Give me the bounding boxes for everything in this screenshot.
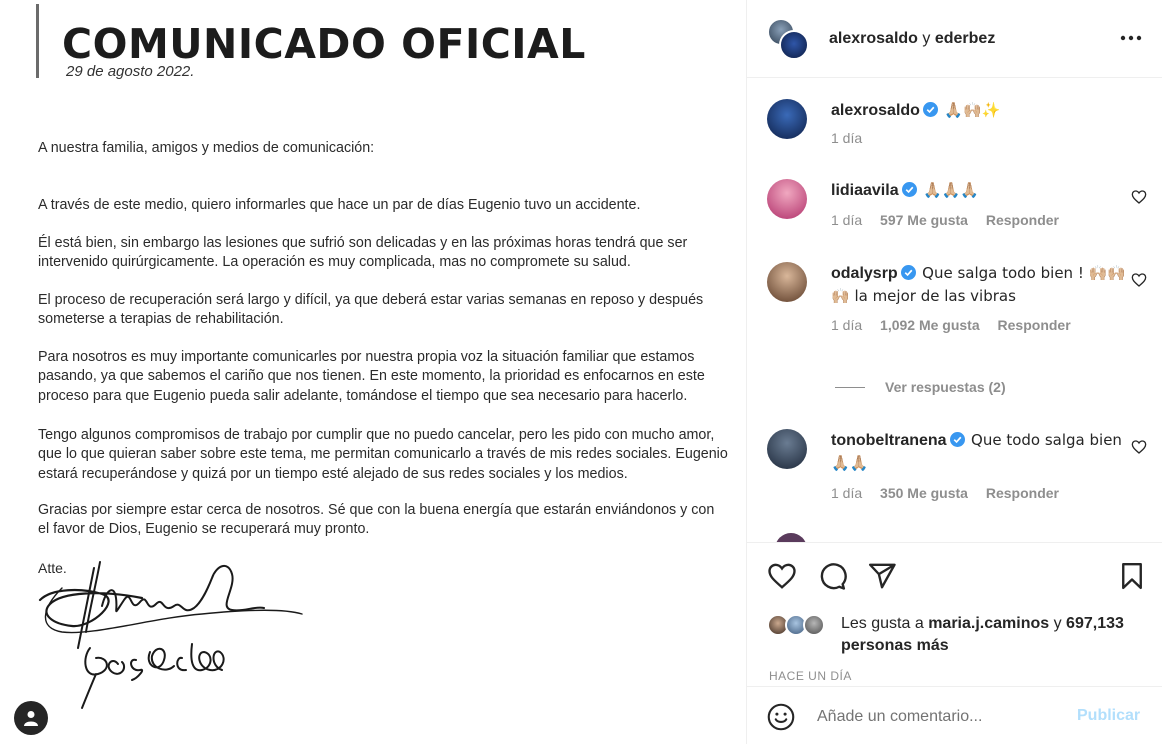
comment-meta: 1 día 350 Me gusta Responder xyxy=(831,485,1073,501)
letter-title: COMUNICADO OFICIAL xyxy=(62,20,586,68)
letter-paragraph: Él está bien, sin embargo las lesiones q… xyxy=(38,235,688,271)
avatar[interactable] xyxy=(767,179,807,219)
comment-text: 🙏🏼🙌🏼✨ xyxy=(944,101,1001,119)
post-authors: alexrosaldo y ederbez xyxy=(829,30,995,48)
comment-likes[interactable]: 1,092 Me gusta xyxy=(880,317,980,333)
comment-icon[interactable] xyxy=(817,561,847,591)
user-icon xyxy=(24,711,38,726)
avatar[interactable] xyxy=(779,30,809,60)
letter-paragraph: Gracias por siempre estar cerca de nosot… xyxy=(38,502,715,538)
avatar[interactable] xyxy=(767,99,807,139)
likes-connector: y xyxy=(1053,615,1062,632)
comment-meta: 1 día 1,092 Me gusta Responder xyxy=(831,317,1085,333)
emoji-icon[interactable] xyxy=(767,703,795,731)
comment-likes[interactable]: 350 Me gusta xyxy=(880,485,968,501)
post-header: alexrosaldo y ederbez xyxy=(747,0,1162,78)
verified-badge-icon xyxy=(922,102,938,117)
avatar[interactable] xyxy=(767,262,807,302)
post-image[interactable]: COMUNICADO OFICIAL 29 de agosto 2022. A … xyxy=(0,0,746,744)
letter-greeting: A nuestra familia, amigos y medios de co… xyxy=(38,140,375,156)
comment-time: 1 día xyxy=(831,317,863,333)
post-actions: Les gusta a maria.j.caminos y 697,133 pe… xyxy=(747,542,1162,684)
letter-paragraph: A través de este medio, quiero informarl… xyxy=(38,197,641,213)
comment-text: 🙏🏼🙏🏼🙏🏼 xyxy=(923,181,980,199)
likes-text: Les gusta a maria.j.caminos y 697,133 pe… xyxy=(841,613,1141,657)
comment-composer: Publicar xyxy=(747,686,1162,744)
comment-input[interactable] xyxy=(817,705,1057,729)
tagged-user-button[interactable] xyxy=(14,701,48,735)
heart-icon[interactable] xyxy=(1131,439,1147,455)
comment-time: 1 día xyxy=(831,130,863,146)
letter-paragraph: El proceso de recuperación será largo y … xyxy=(38,292,704,328)
reply-button[interactable]: Responder xyxy=(998,317,1071,333)
author-username[interactable]: alexrosaldo xyxy=(829,30,918,47)
letter-date: 29 de agosto 2022. xyxy=(66,63,195,80)
heart-icon[interactable] xyxy=(1131,272,1147,288)
reply-button[interactable]: Responder xyxy=(986,212,1059,228)
heart-icon[interactable] xyxy=(1131,189,1147,205)
heart-icon[interactable] xyxy=(767,561,797,591)
view-replies-label: Ver respuestas (2) xyxy=(885,379,1006,395)
replies-divider xyxy=(835,386,865,388)
comment-username[interactable]: alexrosaldo xyxy=(831,102,920,119)
comment-time: 1 día xyxy=(831,485,863,501)
comment-meta: 1 día xyxy=(831,130,876,146)
publish-button[interactable]: Publicar xyxy=(1077,707,1140,725)
comment-time: 1 día xyxy=(831,212,863,228)
author-connector: y xyxy=(922,30,931,47)
comment-username[interactable]: odalysrp xyxy=(831,265,898,282)
letter-paragraph: Tengo algunos compromisos de trabajo por… xyxy=(38,427,728,482)
comment-username[interactable]: tonobeltranena xyxy=(831,432,947,449)
collab-avatars[interactable] xyxy=(767,18,811,62)
comments-list[interactable]: alexrosaldo 🙏🏼🙌🏼✨ 1 día lidiaavila 🙏🏼🙏🏼🙏… xyxy=(747,79,1162,542)
avatar[interactable] xyxy=(775,533,807,542)
liker-username[interactable]: maria.j.caminos xyxy=(928,615,1049,632)
view-replies-button[interactable]: Ver respuestas (2) xyxy=(835,379,1006,395)
verified-badge-icon xyxy=(901,182,917,197)
comment-meta: 1 día 597 Me gusta Responder xyxy=(831,212,1073,228)
handwritten-signature xyxy=(38,561,303,709)
more-horizontal-icon[interactable] xyxy=(1119,26,1143,50)
reply-button[interactable]: Responder xyxy=(986,485,1059,501)
letter-paragraph: Para nosotros es muy importante comunica… xyxy=(38,349,705,404)
comment-username[interactable]: lidiaavila xyxy=(831,182,899,199)
likes-prefix: Les gusta a xyxy=(841,615,924,632)
post-side-panel: alexrosaldo y ederbez alexrosaldo 🙏🏼🙌🏼✨ … xyxy=(746,0,1162,744)
avatar[interactable] xyxy=(767,429,807,469)
post-timestamp[interactable]: HACE UN DÍA xyxy=(769,669,852,683)
author-username[interactable]: ederbez xyxy=(935,30,995,47)
comment-likes[interactable]: 597 Me gusta xyxy=(880,212,968,228)
verified-badge-icon xyxy=(900,265,916,280)
bookmark-icon[interactable] xyxy=(1117,561,1147,591)
share-icon[interactable] xyxy=(867,561,897,591)
verified-badge-icon xyxy=(949,432,965,447)
avatar[interactable] xyxy=(803,614,825,636)
title-accent-bar xyxy=(36,4,39,78)
